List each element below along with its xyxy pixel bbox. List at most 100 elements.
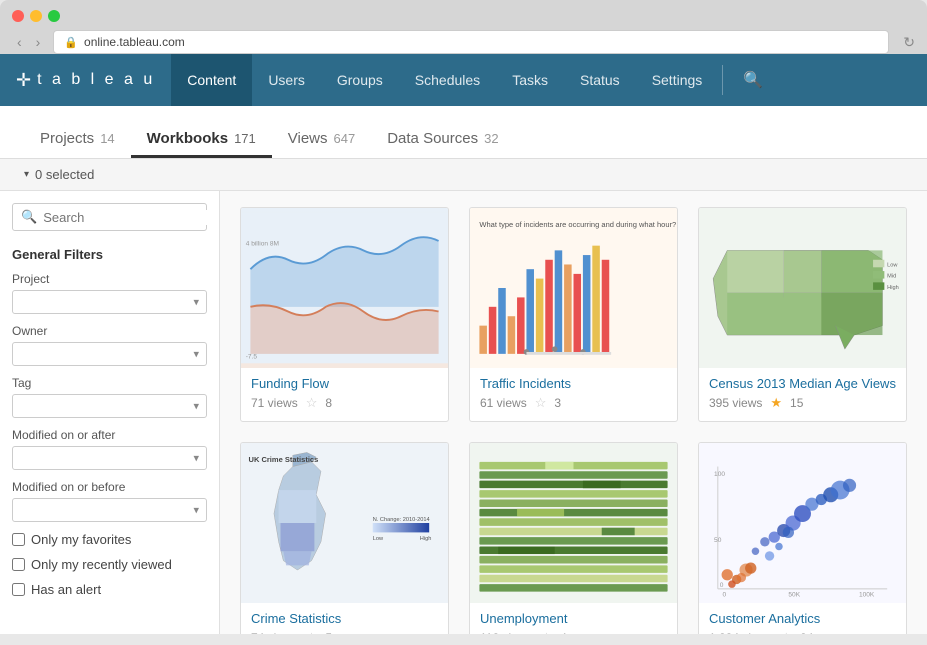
- tag-select[interactable]: [12, 394, 207, 418]
- recently-viewed-label: Only my recently viewed: [31, 557, 172, 572]
- has-alert-checkbox-item[interactable]: Has an alert: [12, 582, 207, 597]
- nav-item-schedules[interactable]: Schedules: [399, 54, 496, 106]
- project-select[interactable]: [12, 290, 207, 314]
- tab-views[interactable]: Views 647: [272, 122, 371, 158]
- tab-workbooks[interactable]: Workbooks 171: [131, 122, 272, 158]
- workbook-card-unemployment[interactable]: Unemployment 112 views ☆ 4: [469, 442, 678, 634]
- star-icon-census-2013[interactable]: ★: [770, 395, 782, 411]
- search-box[interactable]: 🔍: [12, 203, 207, 231]
- sidebar: 🔍 General Filters Project Owner Tag: [0, 191, 220, 634]
- search-input[interactable]: [43, 210, 219, 225]
- refresh-button[interactable]: ↻: [903, 34, 915, 51]
- card-info-customer-analytics: Customer Analytics 1,284 views ☆ 24: [699, 603, 906, 634]
- workbook-thumb-unemployment: [470, 443, 677, 603]
- recently-viewed-checkbox-item[interactable]: Only my recently viewed: [12, 557, 207, 572]
- fav-count-unemployment: 4: [560, 631, 567, 634]
- workbook-card-funding-flow[interactable]: 4 billion 8M -7.5 Funding Flow 71 views …: [240, 207, 449, 422]
- svg-text:N. Change: 2010-2014: N. Change: 2010-2014: [373, 517, 430, 523]
- tab-projects-count: 14: [100, 131, 114, 146]
- workbook-card-traffic-incidents[interactable]: What type of incidents are occurring and…: [469, 207, 678, 422]
- nav-search-icon[interactable]: 🔍: [727, 70, 779, 90]
- card-info-traffic-incidents: Traffic Incidents 61 views ☆ 3: [470, 368, 677, 421]
- owner-label: Owner: [12, 324, 207, 338]
- tab-projects[interactable]: Projects 14: [24, 122, 131, 158]
- svg-text:4 billion 8M: 4 billion 8M: [246, 241, 279, 248]
- tab-datasources[interactable]: Data Sources 32: [371, 122, 514, 158]
- workbook-thumb-census-2013: Low Mid High: [699, 208, 906, 368]
- address-bar[interactable]: 🔒 online.tableau.com: [53, 30, 889, 54]
- card-title-unemployment[interactable]: Unemployment: [480, 611, 667, 626]
- project-label: Project: [12, 272, 207, 286]
- card-info-crime-statistics: Crime Statistics 74 views ☆ 5: [241, 603, 448, 634]
- has-alert-checkbox[interactable]: [12, 583, 25, 596]
- search-icon: 🔍: [21, 209, 37, 225]
- browser-toolbar: ‹ › 🔒 online.tableau.com ↻: [12, 30, 915, 54]
- svg-text:UK Crime Statistics: UK Crime Statistics: [249, 455, 319, 464]
- tab-projects-label: Projects: [40, 130, 94, 147]
- nav-item-status[interactable]: Status: [564, 54, 636, 106]
- svg-text:100K: 100K: [859, 591, 875, 598]
- close-button[interactable]: [12, 10, 24, 22]
- chevron-icon: ▾: [24, 169, 29, 180]
- card-info-funding-flow: Funding Flow 71 views ☆ 8: [241, 368, 448, 421]
- sub-header: Projects 14 Workbooks 171 Views 647 Data…: [0, 106, 927, 159]
- nav-item-tasks[interactable]: Tasks: [496, 54, 564, 106]
- star-icon-customer-analytics[interactable]: ☆: [780, 630, 792, 634]
- card-meta-crime-statistics: 74 views ☆ 5: [251, 630, 438, 634]
- back-button[interactable]: ‹: [12, 32, 27, 52]
- tableau-logo-text: t a b l e a u: [37, 71, 155, 89]
- nav-item-groups[interactable]: Groups: [321, 54, 399, 106]
- nav-item-content[interactable]: Content: [171, 54, 252, 106]
- lock-icon: 🔒: [64, 36, 78, 49]
- star-icon-unemployment[interactable]: ☆: [540, 630, 552, 634]
- fav-count-customer-analytics: 24: [800, 631, 813, 634]
- maximize-button[interactable]: [48, 10, 60, 22]
- logo-area: ✛ t a b l e a u: [0, 70, 171, 91]
- tag-select-wrapper: [12, 394, 207, 418]
- card-title-traffic-incidents[interactable]: Traffic Incidents: [480, 376, 667, 391]
- recently-viewed-checkbox[interactable]: [12, 558, 25, 571]
- top-nav: ✛ t a b l e a u Content Users Groups Sch…: [0, 54, 927, 106]
- tab-workbooks-label: Workbooks: [147, 130, 228, 147]
- svg-text:50K: 50K: [788, 591, 800, 598]
- only-favorites-checkbox[interactable]: [12, 533, 25, 546]
- modified-before-select[interactable]: [12, 498, 207, 522]
- url-text: online.tableau.com: [84, 35, 185, 49]
- svg-text:High: High: [420, 536, 432, 542]
- workbook-card-crime-statistics[interactable]: UK Crime Statistics N. Change: 2010-2014: [240, 442, 449, 634]
- nav-item-settings[interactable]: Settings: [636, 54, 719, 106]
- views-traffic-incidents: 61 views: [480, 396, 527, 410]
- svg-text:High: High: [887, 285, 899, 291]
- modified-after-select[interactable]: [12, 446, 207, 470]
- selected-bar[interactable]: ▾ 0 selected: [0, 159, 927, 191]
- star-icon-crime-statistics[interactable]: ☆: [306, 630, 318, 634]
- card-title-customer-analytics[interactable]: Customer Analytics: [709, 611, 896, 626]
- modified-before-label: Modified on or before: [12, 480, 207, 494]
- fav-count-census-2013: 15: [790, 396, 803, 410]
- card-title-crime-statistics[interactable]: Crime Statistics: [251, 611, 438, 626]
- card-meta-census-2013: 395 views ★ 15: [709, 395, 896, 411]
- forward-button[interactable]: ›: [31, 32, 46, 52]
- workbook-thumb-funding-flow: 4 billion 8M -7.5: [241, 208, 448, 368]
- svg-text:Mid: Mid: [887, 274, 896, 280]
- svg-text:Low: Low: [373, 536, 384, 542]
- card-title-census-2013[interactable]: Census 2013 Median Age Views: [709, 376, 896, 391]
- minimize-button[interactable]: [30, 10, 42, 22]
- tab-workbooks-count: 171: [234, 131, 256, 146]
- app-container: ✛ t a b l e a u Content Users Groups Sch…: [0, 54, 927, 634]
- star-icon-funding-flow[interactable]: ☆: [306, 395, 318, 411]
- tab-datasources-count: 32: [484, 131, 498, 146]
- only-favorites-checkbox-item[interactable]: Only my favorites: [12, 532, 207, 547]
- views-crime-statistics: 74 views: [251, 631, 298, 634]
- tab-views-count: 647: [334, 131, 356, 146]
- owner-select[interactable]: [12, 342, 207, 366]
- workbook-card-census-2013[interactable]: Low Mid High Census 2013 Median Age View…: [698, 207, 907, 422]
- card-title-funding-flow[interactable]: Funding Flow: [251, 376, 438, 391]
- card-meta-unemployment: 112 views ☆ 4: [480, 630, 667, 634]
- tab-views-label: Views: [288, 130, 328, 147]
- has-alert-label: Has an alert: [31, 582, 101, 597]
- nav-item-users[interactable]: Users: [252, 54, 321, 106]
- workbook-thumb-customer-analytics: 0 50K 100K 0 50 100: [699, 443, 906, 603]
- star-icon-traffic-incidents[interactable]: ☆: [535, 395, 547, 411]
- workbook-card-customer-analytics[interactable]: 0 50K 100K 0 50 100 Customer Analytics 1…: [698, 442, 907, 634]
